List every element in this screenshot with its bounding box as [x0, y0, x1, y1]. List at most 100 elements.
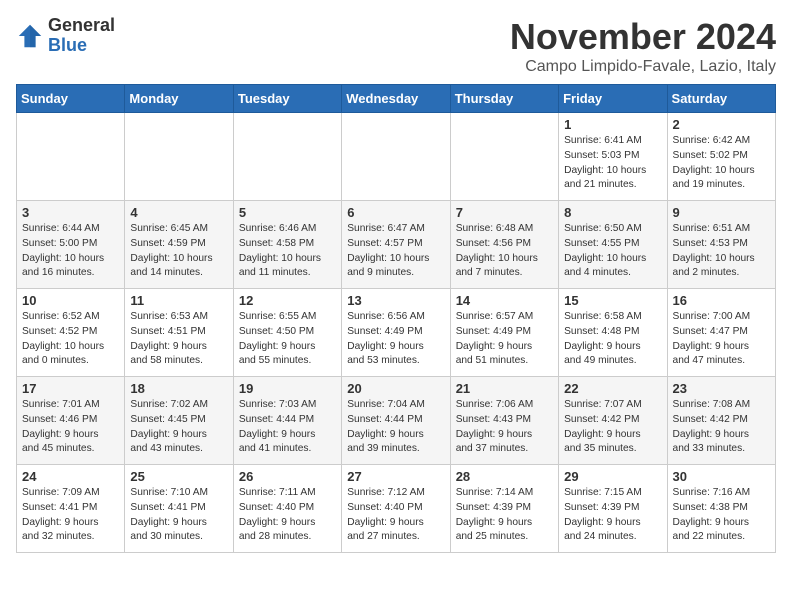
day-info: Sunrise: 7:12 AM Sunset: 4:40 PM Dayligh…: [347, 486, 444, 545]
calendar-cell: 16 Sunrise: 7:00 AM Sunset: 4:47 PM Dayli…: [667, 289, 775, 377]
calendar-cell: 18Sunrise: 7:02 AM Sunset: 4:45 PM Dayli…: [125, 377, 233, 465]
calendar-cell: [233, 113, 341, 201]
day-number: 11: [130, 293, 227, 308]
calendar-week-5: 24 Sunrise: 7:09 AM Sunset: 4:41 PM Dayli…: [17, 465, 776, 553]
logo-text: General Blue: [48, 16, 115, 56]
day-info: Sunrise: 6:46 AM Sunset: 4:58 PM Dayligh…: [239, 222, 336, 281]
day-info: Sunrise: 7:07 AM Sunset: 4:42 PM Dayligh…: [564, 398, 661, 457]
day-number: 30: [673, 469, 770, 484]
calendar-week-1: 1Sunrise: 6:41 AM Sunset: 5:03 PM Daylig…: [17, 113, 776, 201]
day-number: 4: [130, 205, 227, 220]
day-info: Sunrise: 7:03 AM Sunset: 4:44 PM Dayligh…: [239, 398, 336, 457]
day-info: Sunrise: 7:01 AM Sunset: 4:46 PM Dayligh…: [22, 398, 119, 457]
weekday-header-thursday: Thursday: [450, 85, 558, 113]
calendar-week-3: 10 Sunrise: 6:52 AM Sunset: 4:52 PM Dayli…: [17, 289, 776, 377]
calendar-cell: 4 Sunrise: 6:45 AM Sunset: 4:59 PM Daylig…: [125, 201, 233, 289]
calendar-week-4: 17 Sunrise: 7:01 AM Sunset: 4:46 PM Dayli…: [17, 377, 776, 465]
calendar-cell: 5Sunrise: 6:46 AM Sunset: 4:58 PM Daylig…: [233, 201, 341, 289]
day-number: 21: [456, 381, 553, 396]
day-info: Sunrise: 7:02 AM Sunset: 4:45 PM Dayligh…: [130, 398, 227, 457]
day-number: 20: [347, 381, 444, 396]
day-number: 27: [347, 469, 444, 484]
calendar-cell: 1Sunrise: 6:41 AM Sunset: 5:03 PM Daylig…: [559, 113, 667, 201]
calendar-cell: 27 Sunrise: 7:12 AM Sunset: 4:40 PM Dayli…: [342, 465, 450, 553]
day-number: 22: [564, 381, 661, 396]
calendar-cell: 10 Sunrise: 6:52 AM Sunset: 4:52 PM Dayli…: [17, 289, 125, 377]
day-info: Sunrise: 7:11 AM Sunset: 4:40 PM Dayligh…: [239, 486, 336, 545]
day-info: Sunrise: 6:53 AM Sunset: 4:51 PM Dayligh…: [130, 310, 227, 369]
day-number: 10: [22, 293, 119, 308]
day-info: Sunrise: 7:16 AM Sunset: 4:38 PM Dayligh…: [673, 486, 770, 545]
calendar-cell: 17 Sunrise: 7:01 AM Sunset: 4:46 PM Dayli…: [17, 377, 125, 465]
calendar-cell: 11 Sunrise: 6:53 AM Sunset: 4:51 PM Dayli…: [125, 289, 233, 377]
day-info: Sunrise: 6:51 AM Sunset: 4:53 PM Dayligh…: [673, 222, 770, 281]
day-number: 17: [22, 381, 119, 396]
day-info: Sunrise: 6:41 AM Sunset: 5:03 PM Dayligh…: [564, 134, 661, 193]
weekday-header-row: SundayMondayTuesdayWednesdayThursdayFrid…: [17, 85, 776, 113]
calendar-cell: 3Sunrise: 6:44 AM Sunset: 5:00 PM Daylig…: [17, 201, 125, 289]
day-number: 25: [130, 469, 227, 484]
day-info: Sunrise: 6:56 AM Sunset: 4:49 PM Dayligh…: [347, 310, 444, 369]
day-info: Sunrise: 7:09 AM Sunset: 4:41 PM Dayligh…: [22, 486, 119, 545]
calendar-cell: [342, 113, 450, 201]
day-info: Sunrise: 6:45 AM Sunset: 4:59 PM Dayligh…: [130, 222, 227, 281]
day-number: 8: [564, 205, 661, 220]
calendar-cell: 6 Sunrise: 6:47 AM Sunset: 4:57 PM Daylig…: [342, 201, 450, 289]
day-info: Sunrise: 7:04 AM Sunset: 4:44 PM Dayligh…: [347, 398, 444, 457]
day-number: 26: [239, 469, 336, 484]
calendar-cell: 15 Sunrise: 6:58 AM Sunset: 4:48 PM Dayli…: [559, 289, 667, 377]
page-header: General Blue November 2024 Campo Limpido…: [16, 16, 776, 76]
weekday-header-sunday: Sunday: [17, 85, 125, 113]
calendar-cell: 19 Sunrise: 7:03 AM Sunset: 4:44 PM Dayli…: [233, 377, 341, 465]
title-block: November 2024 Campo Limpido-Favale, Lazi…: [510, 16, 776, 76]
calendar-cell: 28Sunrise: 7:14 AM Sunset: 4:39 PM Dayli…: [450, 465, 558, 553]
day-info: Sunrise: 6:50 AM Sunset: 4:55 PM Dayligh…: [564, 222, 661, 281]
calendar-cell: 22 Sunrise: 7:07 AM Sunset: 4:42 PM Dayli…: [559, 377, 667, 465]
calendar-cell: 14Sunrise: 6:57 AM Sunset: 4:49 PM Dayli…: [450, 289, 558, 377]
day-info: Sunrise: 6:47 AM Sunset: 4:57 PM Dayligh…: [347, 222, 444, 281]
weekday-header-saturday: Saturday: [667, 85, 775, 113]
calendar-cell: 7 Sunrise: 6:48 AM Sunset: 4:56 PM Daylig…: [450, 201, 558, 289]
day-info: Sunrise: 7:10 AM Sunset: 4:41 PM Dayligh…: [130, 486, 227, 545]
day-number: 6: [347, 205, 444, 220]
calendar-week-2: 3Sunrise: 6:44 AM Sunset: 5:00 PM Daylig…: [17, 201, 776, 289]
day-info: Sunrise: 6:52 AM Sunset: 4:52 PM Dayligh…: [22, 310, 119, 369]
day-info: Sunrise: 6:48 AM Sunset: 4:56 PM Dayligh…: [456, 222, 553, 281]
weekday-header-tuesday: Tuesday: [233, 85, 341, 113]
month-title: November 2024: [510, 16, 776, 58]
day-number: 7: [456, 205, 553, 220]
calendar-cell: [450, 113, 558, 201]
weekday-header-wednesday: Wednesday: [342, 85, 450, 113]
day-number: 15: [564, 293, 661, 308]
day-number: 9: [673, 205, 770, 220]
logo-general: General: [48, 15, 115, 35]
day-info: Sunrise: 6:44 AM Sunset: 5:00 PM Dayligh…: [22, 222, 119, 281]
calendar-cell: [17, 113, 125, 201]
calendar-cell: 20 Sunrise: 7:04 AM Sunset: 4:44 PM Dayli…: [342, 377, 450, 465]
calendar-cell: 29 Sunrise: 7:15 AM Sunset: 4:39 PM Dayli…: [559, 465, 667, 553]
calendar-cell: 25 Sunrise: 7:10 AM Sunset: 4:41 PM Dayli…: [125, 465, 233, 553]
day-info: Sunrise: 7:15 AM Sunset: 4:39 PM Dayligh…: [564, 486, 661, 545]
calendar-cell: 12Sunrise: 6:55 AM Sunset: 4:50 PM Dayli…: [233, 289, 341, 377]
logo-blue: Blue: [48, 35, 87, 55]
logo-icon: [16, 22, 44, 50]
day-number: 16: [673, 293, 770, 308]
calendar-cell: 26 Sunrise: 7:11 AM Sunset: 4:40 PM Dayli…: [233, 465, 341, 553]
day-number: 24: [22, 469, 119, 484]
day-info: Sunrise: 7:00 AM Sunset: 4:47 PM Dayligh…: [673, 310, 770, 369]
day-info: Sunrise: 6:42 AM Sunset: 5:02 PM Dayligh…: [673, 134, 770, 193]
day-info: Sunrise: 7:08 AM Sunset: 4:42 PM Dayligh…: [673, 398, 770, 457]
day-number: 29: [564, 469, 661, 484]
calendar-table: SundayMondayTuesdayWednesdayThursdayFrid…: [16, 84, 776, 553]
day-number: 14: [456, 293, 553, 308]
day-info: Sunrise: 6:58 AM Sunset: 4:48 PM Dayligh…: [564, 310, 661, 369]
weekday-header-friday: Friday: [559, 85, 667, 113]
logo: General Blue: [16, 16, 115, 56]
day-number: 19: [239, 381, 336, 396]
calendar-cell: 30 Sunrise: 7:16 AM Sunset: 4:38 PM Dayli…: [667, 465, 775, 553]
location-subtitle: Campo Limpido-Favale, Lazio, Italy: [510, 58, 776, 76]
calendar-cell: 24 Sunrise: 7:09 AM Sunset: 4:41 PM Dayli…: [17, 465, 125, 553]
day-number: 2: [673, 117, 770, 132]
calendar-cell: 23Sunrise: 7:08 AM Sunset: 4:42 PM Dayli…: [667, 377, 775, 465]
calendar-cell: 2 Sunrise: 6:42 AM Sunset: 5:02 PM Daylig…: [667, 113, 775, 201]
